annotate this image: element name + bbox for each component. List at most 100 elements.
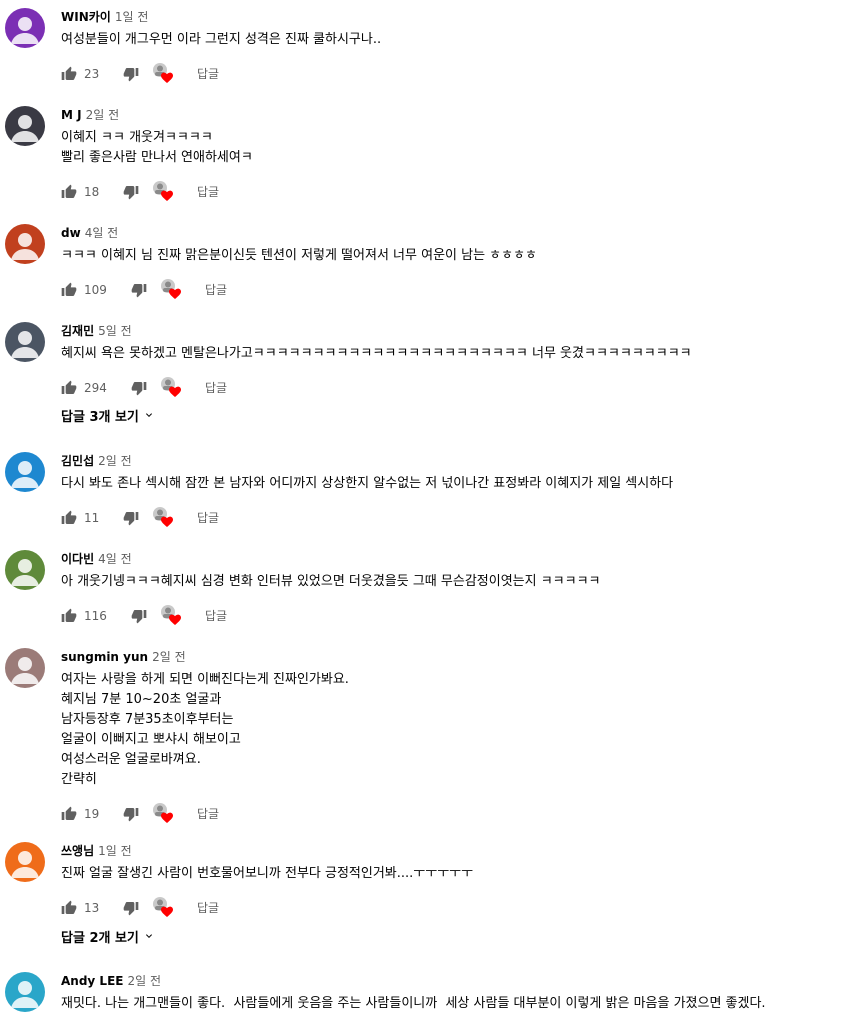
like-count: 11 xyxy=(84,511,100,525)
author-name[interactable]: 이다빈 xyxy=(61,552,94,566)
author-name[interactable]: WIN카이 xyxy=(61,10,111,24)
comment-actions: 23 답글 xyxy=(61,62,864,86)
creator-heart-icon xyxy=(160,604,182,626)
comment-time[interactable]: 4일 전 xyxy=(85,226,119,240)
thumbs-up-icon[interactable] xyxy=(61,180,77,204)
thumbs-down-icon[interactable] xyxy=(131,604,147,628)
reply-button[interactable]: 답글 xyxy=(197,802,219,826)
comment-text: 여자는 사랑을 하게 되면 이뻐진다는게 진짜인가봐요. 혜지님 7분 10~2… xyxy=(61,672,349,787)
comment-header: sungmin yun 2일 전 xyxy=(61,648,864,666)
comment-time[interactable]: 1일 전 xyxy=(115,10,149,24)
comment-header: dw 4일 전 xyxy=(61,224,864,242)
thumbs-down-icon[interactable] xyxy=(123,506,139,530)
comment-time[interactable]: 2일 전 xyxy=(86,108,120,122)
comment-body: 쓰앵님 1일 전진짜 얼굴 잘생긴 사람이 번호물어보니까 전부다 긍정적인거봐.… xyxy=(61,842,864,920)
reply-button[interactable]: 답글 xyxy=(205,604,227,628)
thumbs-up-icon[interactable] xyxy=(61,62,77,86)
view-replies-button[interactable]: 답글 3개 보기 xyxy=(61,405,155,425)
comment-actions: 18 답글 xyxy=(61,180,864,204)
comment-body: WIN카이 1일 전여성분들이 개그우먼 이라 그런지 성격은 진짜 쿨하시구나.… xyxy=(61,8,864,86)
author-name[interactable]: M J xyxy=(61,108,82,122)
avatar[interactable] xyxy=(5,224,45,264)
reply-button[interactable]: 답글 xyxy=(205,376,227,400)
like-count: 294 xyxy=(84,381,107,395)
comment-time[interactable]: 4일 전 xyxy=(98,552,132,566)
comment-time[interactable]: 2일 전 xyxy=(152,650,186,664)
author-name[interactable]: Andy LEE xyxy=(61,974,123,988)
view-replies-label: 답글 3개 보기 xyxy=(61,409,139,425)
avatar[interactable] xyxy=(5,972,45,1012)
reply-button[interactable]: 답글 xyxy=(197,180,219,204)
comment-text: 다시 봐도 존나 섹시해 잠깐 본 남자와 어디까지 상상한지 알수없는 저 넋… xyxy=(61,476,674,491)
comment-time[interactable]: 2일 전 xyxy=(127,974,161,988)
comment-header: M J 2일 전 xyxy=(61,106,864,124)
like-count: 19 xyxy=(84,807,100,821)
comment-time[interactable]: 1일 전 xyxy=(98,844,132,858)
comment-body: sungmin yun 2일 전여자는 사랑을 하게 되면 이뻐진다는게 진짜인가… xyxy=(61,648,864,826)
creator-heart-icon xyxy=(152,506,174,528)
comment-body: M J 2일 전이혜지 ㅋㅋ 개웃겨ㅋㅋㅋㅋ 빨리 좋은사람 만나서 연애하세여ㅋ… xyxy=(61,106,864,204)
reply-button[interactable]: 답글 xyxy=(205,278,227,302)
avatar[interactable] xyxy=(5,842,45,882)
thumbs-down-icon[interactable] xyxy=(131,376,147,400)
avatar[interactable] xyxy=(5,550,45,590)
comment-actions: 294 답글 xyxy=(61,376,864,400)
comment-header: 이다빈 4일 전 xyxy=(61,550,864,568)
comment-text: 여성분들이 개그우먼 이라 그런지 성격은 진짜 쿨하시구나.. xyxy=(61,32,382,47)
comment-time[interactable]: 5일 전 xyxy=(98,324,132,338)
comment-list: WIN카이 1일 전 여성분들이 개그우먼 이라 그런지 성격은 진짜 쿨하시구나.… xyxy=(0,0,864,1020)
comment-text: 진짜 얼굴 잘생긴 사람이 번호물어보니까 전부다 긍정적인거봐....ㅜㅜㅜㅜ… xyxy=(61,866,474,881)
comment-actions: 109 답글 xyxy=(61,278,864,302)
thumbs-down-icon[interactable] xyxy=(123,896,139,920)
comment-actions: 19 답글 xyxy=(61,802,864,826)
avatar[interactable] xyxy=(5,106,45,146)
view-replies-button[interactable]: 답글 2개 보기 xyxy=(61,926,155,946)
like-count: 18 xyxy=(84,185,100,199)
thumbs-up-icon[interactable] xyxy=(61,278,77,302)
author-name[interactable]: 김민섭 xyxy=(61,454,94,468)
thumbs-up-icon[interactable] xyxy=(61,896,77,920)
comment-text: ㅋㅋㅋ 이혜지 님 진짜 맑은분이신듯 텐션이 저렇게 떨어져서 너무 여운이 … xyxy=(61,248,538,263)
comment-body: 김민섭 2일 전다시 봐도 존나 섹시해 잠깐 본 남자와 어디까지 상상한지 알… xyxy=(61,452,864,530)
thumbs-up-icon[interactable] xyxy=(61,802,77,826)
reply-button[interactable]: 답글 xyxy=(197,506,219,530)
comment-text: 이혜지 ㅋㅋ 개웃겨ㅋㅋㅋㅋ 빨리 좋은사람 만나서 연애하세여ㅋ xyxy=(61,130,253,165)
like-count: 116 xyxy=(84,609,107,623)
chevron-down-icon xyxy=(143,409,155,421)
avatar[interactable] xyxy=(5,322,45,362)
author-name[interactable]: 쓰앵님 xyxy=(61,844,94,858)
avatar[interactable] xyxy=(5,452,45,492)
comment-text: 아 개웃기넹ㅋㅋㅋ혜지씨 심경 변화 인터뷰 있었으면 더웃겼을듯 그때 무슨감… xyxy=(61,574,601,589)
author-name[interactable]: sungmin yun xyxy=(61,650,148,664)
comment-actions: 116 답글 xyxy=(61,604,864,628)
comment-body: 이다빈 4일 전아 개웃기넹ㅋㅋㅋ혜지씨 심경 변화 인터뷰 있었으면 더웃겼을듯… xyxy=(61,550,864,628)
comment-body: 김재민 5일 전혜지씨 욕은 못하겠고 멘탈은나가고ㅋㅋㅋㅋㅋㅋㅋㅋㅋㅋㅋㅋㅋㅋㅋ… xyxy=(61,322,864,400)
author-name[interactable]: 김재민 xyxy=(61,324,94,338)
reply-button[interactable]: 답글 xyxy=(197,62,219,86)
avatar[interactable] xyxy=(5,648,45,688)
creator-heart-icon xyxy=(160,278,182,300)
reply-button[interactable]: 답글 xyxy=(197,896,219,920)
creator-heart-icon xyxy=(152,896,174,918)
creator-heart-icon xyxy=(152,62,174,84)
comment-body: dw 4일 전 ㅋㅋㅋ 이혜지 님 진짜 맑은분이신듯 텐션이 저렇게 떨어져서 너… xyxy=(61,224,864,302)
thumbs-up-icon[interactable] xyxy=(61,604,77,628)
comment-header: WIN카이 1일 전 xyxy=(61,8,864,26)
thumbs-down-icon[interactable] xyxy=(131,278,147,302)
comment-time[interactable]: 2일 전 xyxy=(98,454,132,468)
comment-header: 김재민 5일 전 xyxy=(61,322,864,340)
comment-text: 재밋다. 나는 개그맨들이 좋다. 사람들에게 웃음을 주는 사람들이니까 세상… xyxy=(61,996,766,1011)
thumbs-down-icon[interactable] xyxy=(123,802,139,826)
chevron-down-icon xyxy=(143,930,155,942)
comment-actions: 13 답글 xyxy=(61,896,864,920)
author-name[interactable]: dw xyxy=(61,226,81,240)
thumbs-up-icon[interactable] xyxy=(61,506,77,530)
comment-header: Andy LEE 2일 전 xyxy=(61,972,864,990)
thumbs-down-icon[interactable] xyxy=(123,180,139,204)
like-count: 109 xyxy=(84,283,107,297)
comment-text: 혜지씨 욕은 못하겠고 멘탈은나가고ㅋㅋㅋㅋㅋㅋㅋㅋㅋㅋㅋㅋㅋㅋㅋㅋㅋㅋㅋㅋㅋㅋ… xyxy=(61,346,692,361)
thumbs-up-icon[interactable] xyxy=(61,376,77,400)
thumbs-down-icon[interactable] xyxy=(123,62,139,86)
comment-actions: 11 답글 xyxy=(61,506,864,530)
avatar[interactable] xyxy=(5,8,45,48)
